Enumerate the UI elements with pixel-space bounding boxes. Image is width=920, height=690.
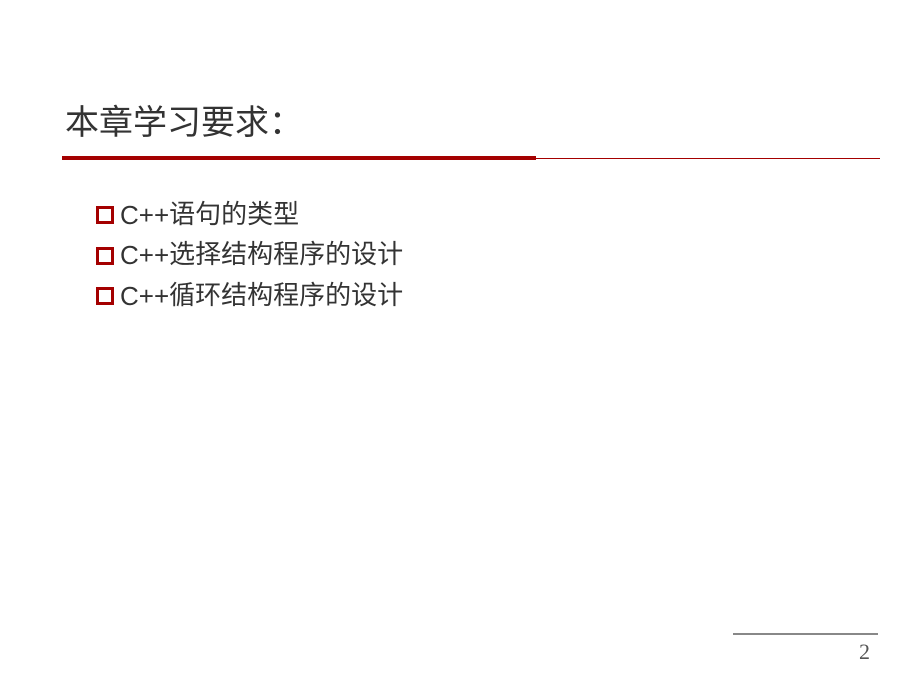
list-item: C++ 循环结构程序的设计 [96, 278, 860, 314]
bullet-text-latin: C++ [120, 237, 169, 273]
list-item: C++ 选择结构程序的设计 [96, 237, 860, 273]
bullet-text-latin: C++ [120, 197, 169, 233]
footer-line [733, 633, 878, 635]
square-bullet-icon [96, 287, 114, 305]
slide-title: 本章学习要求： [60, 95, 860, 144]
square-bullet-icon [96, 247, 114, 265]
page-number: 2 [859, 639, 870, 665]
underline-thick [62, 156, 536, 160]
title-underline [62, 156, 880, 162]
square-bullet-icon [96, 206, 114, 224]
bullet-text-cjk: 选择结构程序的设计 [169, 237, 403, 273]
bullet-text-latin: C++ [120, 278, 169, 314]
bullet-text-cjk: 语句的类型 [169, 197, 299, 233]
list-item: C++ 语句的类型 [96, 197, 860, 233]
bullet-list: C++ 语句的类型 C++ 选择结构程序的设计 C++ 循环结构程序的设计 [60, 197, 860, 314]
slide-content: 本章学习要求： C++ 语句的类型 C++ 选择结构程序的设计 C++ 循环结构… [0, 0, 920, 314]
bullet-text-cjk: 循环结构程序的设计 [169, 278, 403, 314]
